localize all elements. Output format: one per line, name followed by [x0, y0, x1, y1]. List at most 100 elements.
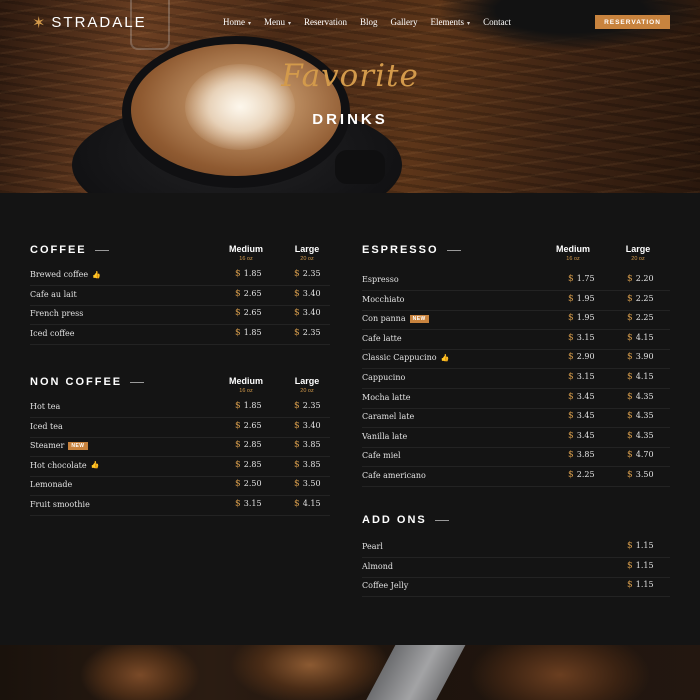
price-large: $3.50: [294, 479, 321, 489]
column-header-medium: Medium 16 oz: [221, 244, 271, 262]
menu-item-row: Espresso $1.75 $2.20: [362, 271, 670, 291]
menu-item-row: Steamer NEW $2.85 $3.85: [30, 437, 330, 458]
section-title: NON COFFEE: [30, 376, 145, 388]
price-medium: $2.50: [235, 479, 262, 489]
price-value: 2.35: [302, 401, 321, 410]
menu-item-row: Hot tea $1.85 $2.35: [30, 398, 330, 418]
menu-item-name-cell: Classic Cappucino 👍: [362, 353, 449, 362]
price-medium: $3.45: [568, 392, 595, 402]
price-value: 3.40: [302, 308, 321, 318]
column-size: 20 oz: [631, 256, 645, 262]
menu-item-name-cell: Fruit smoothie: [30, 500, 90, 509]
dollar-sign: $: [294, 401, 300, 411]
nav-item-label: Gallery: [390, 17, 418, 27]
menu-item-name: Hot tea: [30, 402, 61, 411]
price-large: $2.35: [294, 328, 321, 338]
dollar-sign: $: [235, 288, 241, 299]
price-value: 4.70: [635, 450, 654, 460]
price-value: 1.75: [576, 274, 595, 283]
price-value: 1.15: [635, 580, 654, 590]
nav-item-menu[interactable]: Menu ▾: [264, 17, 291, 27]
menu-item-row: Caramel late $3.45 $4.35: [362, 408, 670, 429]
price-value: 2.35: [302, 327, 321, 337]
dollar-sign: $: [294, 440, 300, 451]
new-badge: NEW: [409, 314, 429, 323]
price-large: $4.70: [627, 450, 654, 460]
menu-item-row: Iced tea $2.65 $3.40: [30, 418, 330, 438]
menu-item-name: Cafe americano: [362, 471, 426, 480]
main-nav: Home ▾ Menu ▾ Reservation Blog Gallery Elements…: [223, 17, 511, 27]
dollar-sign: $: [627, 411, 633, 422]
price-medium: $2.85: [235, 460, 262, 470]
menu-item-name-cell: Iced tea: [30, 422, 63, 431]
price-single: $1.15: [627, 561, 654, 571]
price-value: 4.35: [635, 430, 654, 440]
menu-item-name-cell: Mocha latte: [362, 393, 410, 402]
price-value: 2.65: [243, 288, 262, 298]
menu-item-name-cell: Hot tea: [30, 402, 60, 411]
dollar-sign: $: [627, 580, 633, 591]
menu-item-name: French press: [30, 309, 84, 319]
nav-item-label: Elements: [430, 17, 465, 27]
section-title: COFFEE: [30, 244, 109, 256]
dollar-sign: $: [235, 420, 241, 431]
menu-item-row: Mocha latte $3.45 $4.35: [362, 389, 670, 409]
dollar-sign: $: [627, 332, 633, 343]
nav-item-reservation[interactable]: Reservation: [304, 17, 347, 27]
price-value: 3.50: [302, 479, 321, 489]
price-single: $1.15: [627, 580, 654, 590]
nav-item-elements[interactable]: Elements ▾: [431, 17, 471, 27]
menu-item-name: Mocchiato: [362, 294, 405, 304]
price-medium: $3.15: [568, 333, 595, 343]
dollar-sign: $: [627, 352, 633, 363]
title-dash: [446, 249, 461, 251]
chevron-down-icon: ▾: [467, 20, 471, 27]
menu-item-name-cell: Con panna NEW: [362, 314, 429, 323]
price-large: $2.25: [627, 313, 654, 323]
menu-item-row: Coffee Jelly $1.15: [362, 577, 670, 598]
menu-item-row: Hot chocolate 👍 $2.85 $3.85: [30, 457, 330, 477]
price-medium: $1.95: [568, 294, 595, 304]
price-value: 4.15: [635, 332, 654, 342]
menu-item-row: Almond $1.15: [362, 558, 670, 578]
price-large: $3.40: [294, 308, 321, 318]
price-medium: $2.65: [235, 289, 262, 299]
menu-item-name: Hot chocolate: [30, 460, 87, 470]
reservation-button[interactable]: RESERVATION: [595, 15, 670, 29]
knife-image: [361, 645, 469, 700]
hero-banner: ✶ STRADALE Home ▾ Menu ▾ Reservation Blog Gall…: [0, 0, 700, 193]
price-value: 1.85: [243, 401, 262, 410]
price-medium: $2.85: [235, 440, 262, 450]
dollar-sign: $: [627, 274, 633, 284]
nav-item-blog[interactable]: Blog: [360, 17, 378, 27]
dollar-sign: $: [568, 430, 574, 441]
dollar-sign: $: [294, 308, 300, 319]
menu-item-name: Almond: [362, 561, 394, 571]
price-medium: $2.65: [235, 421, 262, 431]
site-logo[interactable]: ✶ STRADALE: [32, 13, 147, 32]
cup-handle-image: [335, 150, 385, 184]
nav-item-contact[interactable]: Contact: [483, 17, 511, 27]
menu-item-name-cell: Vanilla late: [362, 432, 407, 441]
nav-item-label: Home: [223, 17, 245, 27]
price-value: 1.85: [243, 327, 262, 337]
dollar-sign: $: [568, 274, 574, 284]
column-label: Medium: [555, 244, 590, 254]
price-medium: $2.25: [568, 470, 595, 480]
price-value: 4.15: [302, 499, 321, 508]
price-value: 3.40: [302, 288, 321, 298]
price-large: $2.35: [294, 269, 321, 279]
nav-item-gallery[interactable]: Gallery: [391, 17, 418, 27]
dollar-sign: $: [294, 499, 300, 509]
price-value: 1.95: [576, 293, 595, 303]
menu-item-row: Fruit smoothie $3.15 $4.15: [30, 496, 330, 516]
price-value: 3.85: [576, 450, 595, 460]
dollar-sign: $: [294, 420, 300, 431]
menu-item-name: Cafe latte: [362, 333, 402, 343]
dollar-sign: $: [568, 450, 574, 461]
nav-item-home[interactable]: Home ▾: [223, 17, 251, 27]
dollar-sign: $: [627, 293, 633, 304]
price-value: 2.50: [243, 479, 262, 489]
dollar-sign: $: [294, 479, 300, 490]
menu-item-name-cell: Coffee Jelly: [362, 581, 408, 590]
